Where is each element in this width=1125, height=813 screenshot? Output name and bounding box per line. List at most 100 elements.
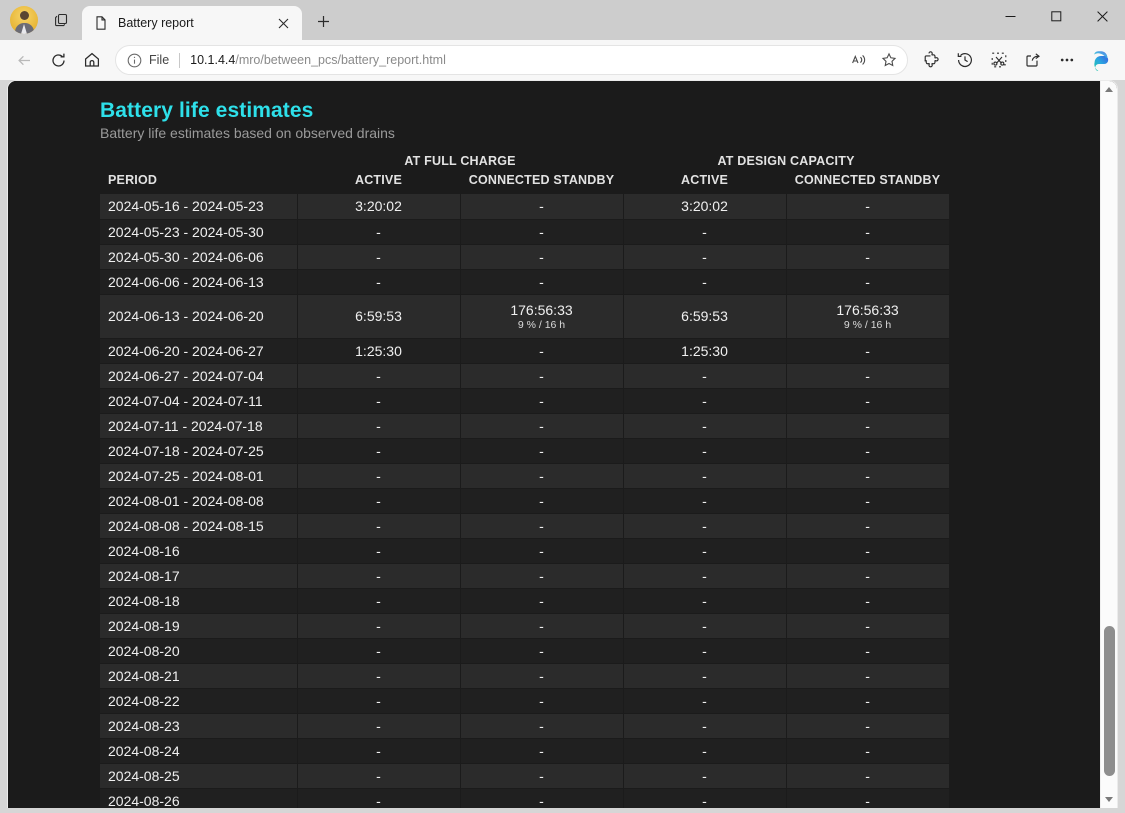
cell-period: 2024-07-18 - 2024-07-25	[100, 438, 298, 464]
cell-design-capacity-standby: -	[786, 713, 950, 739]
cell-design-capacity-standby: -	[786, 338, 950, 364]
cell-design-capacity-standby: -	[786, 413, 950, 439]
profile-avatar[interactable]	[10, 6, 38, 34]
scroll-down-button[interactable]	[1101, 791, 1118, 808]
url-text: 10.1.4.4/mro/between_pcs/battery_report.…	[190, 53, 845, 67]
page-title: Battery life estimates	[100, 99, 314, 122]
scrollbar-thumb[interactable]	[1103, 626, 1115, 776]
cell-full-charge-standby: -	[460, 413, 624, 439]
close-tab-icon[interactable]	[272, 12, 294, 34]
cell-design-capacity-standby: -	[786, 513, 950, 539]
cell-full-charge-standby: -	[460, 488, 624, 514]
column-header-fc-active: ACTIVE	[354, 173, 403, 187]
cell-period: 2024-08-22	[100, 688, 298, 714]
cell-period: 2024-05-30 - 2024-06-06	[100, 244, 298, 270]
cell-period: 2024-08-18	[100, 588, 298, 614]
cell-full-charge-standby: -	[460, 513, 624, 539]
avatar-head-shape	[19, 11, 29, 20]
cell-period: 2024-08-19	[100, 613, 298, 639]
battery-life-table: AT FULL CHARGE AT DESIGN CAPACITY PERIOD…	[100, 151, 950, 808]
tab-actions-icon[interactable]	[46, 5, 76, 35]
table-row: 2024-08-23- - - -	[100, 713, 950, 739]
column-header-dc-standby: CONNECTED STANDBY	[794, 173, 941, 187]
url-host: 10.1.4.4	[190, 53, 236, 67]
cell-full-charge-active: -	[297, 738, 461, 764]
extensions-icon[interactable]	[914, 44, 948, 76]
cell-period: 2024-08-24	[100, 738, 298, 764]
cell-design-capacity-active: 3:20:02	[623, 194, 787, 220]
cell-full-charge-active: -	[297, 438, 461, 464]
tab-title: Battery report	[118, 16, 194, 30]
cell-full-charge-active: -	[297, 463, 461, 489]
battery-report-page: Battery life estimates Battery life esti…	[8, 81, 1100, 808]
scroll-up-button[interactable]	[1101, 81, 1118, 98]
cell-design-capacity-standby: -	[786, 488, 950, 514]
cell-period: 2024-08-20	[100, 638, 298, 664]
cell-full-charge-standby: -	[460, 738, 624, 764]
page-subtitle: Battery life estimates based on observed…	[100, 125, 395, 141]
cell-design-capacity-active: -	[623, 244, 787, 270]
cell-full-charge-active: -	[297, 788, 461, 808]
new-tab-button[interactable]	[308, 6, 338, 36]
browser-window: Battery report File 10.1.4.4/mro/between…	[0, 0, 1125, 813]
table-row: 2024-07-18 - 2024-07-25- - - -	[100, 438, 950, 464]
home-button[interactable]	[75, 44, 109, 76]
chevron-down-icon	[1105, 797, 1113, 802]
group-header-row: AT FULL CHARGE AT DESIGN CAPACITY	[100, 151, 949, 173]
cell-full-charge-standby: -	[460, 463, 624, 489]
table-row: 2024-07-25 - 2024-08-01- - - -	[100, 463, 950, 489]
cell-design-capacity-active: -	[623, 663, 787, 689]
cell-design-capacity-active: -	[623, 269, 787, 295]
cell-full-charge-standby-sub: 9 % / 16 h	[517, 318, 566, 331]
cell-period: 2024-08-17	[100, 563, 298, 589]
cell-design-capacity-active: -	[623, 438, 787, 464]
cell-period: 2024-08-25	[100, 763, 298, 789]
read-aloud-icon[interactable]	[845, 47, 873, 73]
reload-button[interactable]	[41, 44, 75, 76]
copilot-icon[interactable]	[1084, 44, 1118, 76]
scrollbar-track[interactable]	[1101, 98, 1118, 791]
cell-design-capacity-active: -	[623, 713, 787, 739]
browser-toolbar: File 10.1.4.4/mro/between_pcs/battery_re…	[0, 40, 1125, 80]
cell-full-charge-active: -	[297, 413, 461, 439]
maximize-button[interactable]	[1033, 0, 1079, 32]
cell-full-charge-active: -	[297, 488, 461, 514]
cell-period: 2024-08-01 - 2024-08-08	[100, 488, 298, 514]
cell-full-charge-standby: -	[460, 788, 624, 808]
cell-full-charge-standby: -	[460, 588, 624, 614]
cell-full-charge-active: 1:25:30	[297, 338, 461, 364]
cell-period: 2024-06-27 - 2024-07-04	[100, 363, 298, 389]
screenshot-icon[interactable]	[982, 44, 1016, 76]
back-button[interactable]	[7, 44, 41, 76]
cell-full-charge-standby: -	[460, 538, 624, 564]
cell-design-capacity-active: -	[623, 763, 787, 789]
cell-design-capacity-standby: -	[786, 763, 950, 789]
cell-design-capacity-standby: -	[786, 388, 950, 414]
close-window-button[interactable]	[1079, 0, 1125, 32]
browser-tab[interactable]: Battery report	[82, 6, 302, 40]
more-settings-button[interactable]	[1050, 44, 1084, 76]
page-scrollbar[interactable]	[1100, 81, 1117, 808]
cell-full-charge-standby: -	[460, 244, 624, 270]
cell-design-capacity-standby: -	[786, 219, 950, 245]
favorite-star-icon[interactable]	[875, 47, 903, 73]
cell-full-charge-active: -	[297, 763, 461, 789]
cell-full-charge-standby: -	[460, 763, 624, 789]
table-row: 2024-06-27 - 2024-07-04- - - -	[100, 363, 950, 389]
cell-design-capacity-active: -	[623, 219, 787, 245]
table-row: 2024-06-20 - 2024-06-27 1:25:30-1:25:30-	[100, 338, 950, 364]
cell-design-capacity-active: -	[623, 413, 787, 439]
share-icon[interactable]	[1016, 44, 1050, 76]
minimize-button[interactable]	[987, 0, 1033, 32]
cell-period: 2024-08-21	[100, 663, 298, 689]
table-row: 2024-08-21- - - -	[100, 663, 950, 689]
history-icon[interactable]	[948, 44, 982, 76]
table-row: 2024-08-24- - - -	[100, 738, 950, 764]
cell-full-charge-active: -	[297, 388, 461, 414]
omnibox-actions	[845, 47, 903, 73]
omnibox-divider	[179, 52, 181, 68]
address-bar[interactable]: File 10.1.4.4/mro/between_pcs/battery_re…	[115, 45, 908, 75]
cell-period: 2024-07-04 - 2024-07-11	[100, 388, 298, 414]
cell-design-capacity-active: -	[623, 538, 787, 564]
info-icon[interactable]	[127, 53, 142, 68]
